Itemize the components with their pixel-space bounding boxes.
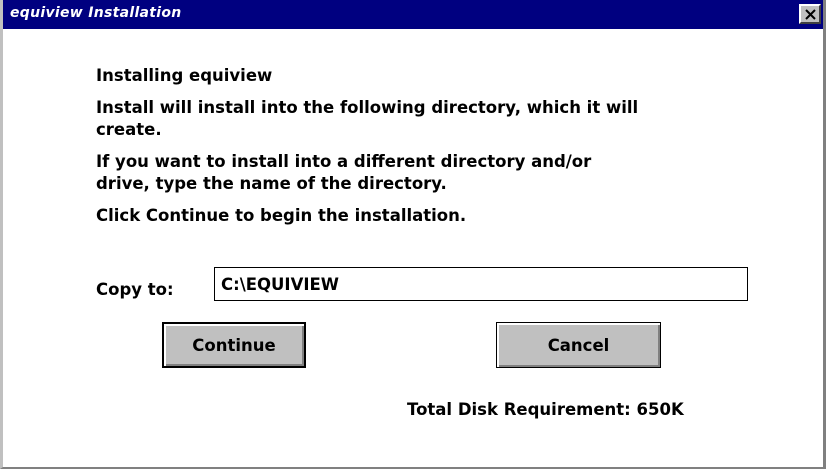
total-disk-requirement: Total Disk Requirement: 650K: [407, 400, 684, 419]
install-heading: Installing equiview: [96, 66, 273, 85]
copy-to-input[interactable]: [214, 267, 748, 301]
instruction-line-3: If you want to install into a different …: [96, 152, 592, 171]
title-bar[interactable]: equiview Installation: [3, 0, 823, 29]
dialog-content: Installing equiview Install will install…: [3, 29, 823, 467]
close-icon: [805, 9, 816, 20]
copy-to-label: Copy to:: [96, 280, 174, 299]
cancel-button[interactable]: Cancel: [496, 322, 661, 368]
close-button[interactable]: [799, 4, 821, 24]
instruction-line-4: drive, type the name of the directory.: [96, 174, 447, 193]
instruction-line-5: Click Continue to begin the installation…: [96, 206, 467, 225]
window-title: equiview Installation: [10, 5, 182, 21]
continue-button[interactable]: Continue: [162, 322, 306, 368]
instruction-line-2: create.: [96, 120, 162, 139]
installer-window: equiview Installation Installing equivie…: [0, 0, 826, 469]
instruction-line-1: Install will install into the following …: [96, 98, 639, 117]
